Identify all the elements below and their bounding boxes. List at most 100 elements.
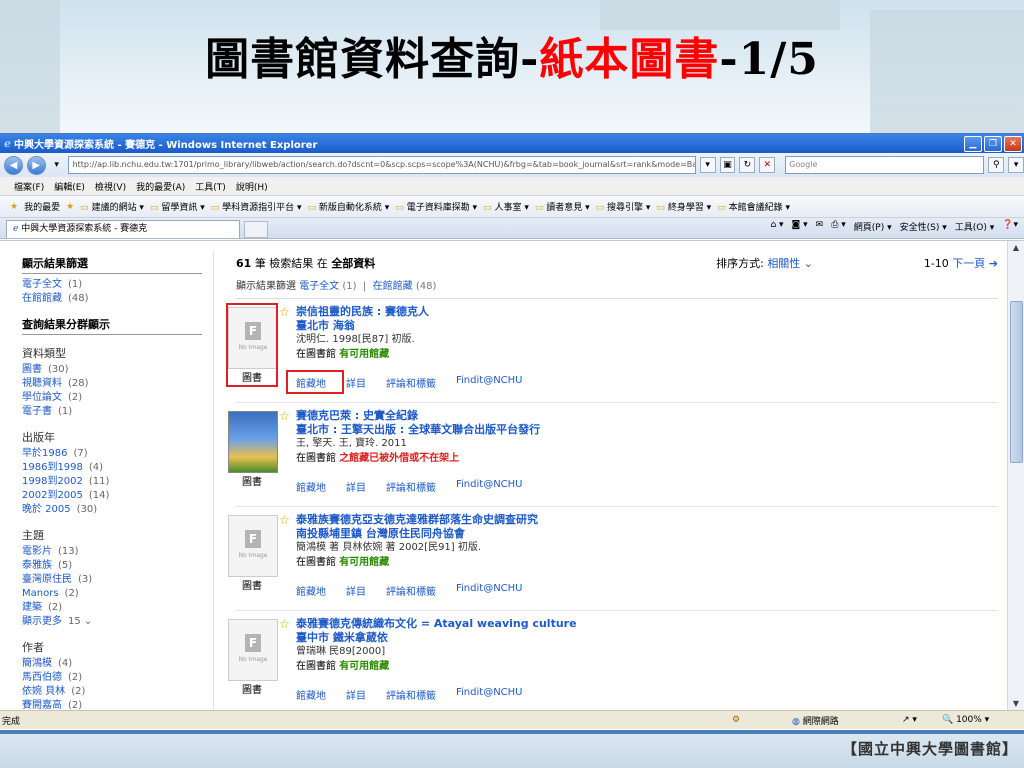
menu-edit[interactable]: 編輯(E) [54, 180, 85, 193]
tab-details[interactable]: 詳目 [346, 583, 366, 598]
facet-item[interactable]: 依婉 貝林 (2) [22, 685, 202, 699]
scroll-down-icon[interactable]: ▼ [1009, 697, 1023, 711]
record-title-link[interactable]: 崇信祖靈的民族 : 賽德克人 [296, 305, 996, 319]
tab-findit[interactable]: Findit@NCHU [456, 375, 523, 390]
forward-button[interactable]: ▶ [26, 155, 46, 175]
tab-location[interactable]: 館藏地 [296, 583, 326, 598]
menu-favorites[interactable]: 我的最愛(A) [136, 180, 185, 193]
star-icon[interactable]: ☆ [279, 305, 290, 319]
filter-fulltext-link[interactable]: 電子全文 [299, 281, 339, 292]
facet-item[interactable]: 學位論文 (2) [22, 391, 202, 405]
star-icon[interactable]: ☆ [279, 409, 290, 423]
tab-location[interactable]: 館藏地 [296, 687, 326, 702]
facet-fulltext[interactable]: 電子全文 (1) [22, 278, 202, 292]
fav-item-feedback[interactable]: ▭ 讀者意見 ▾ [535, 200, 590, 213]
tab-findit[interactable]: Findit@NCHU [456, 687, 523, 702]
fav-item-search-engines[interactable]: ▭ 搜尋引擎 ▾ [596, 200, 651, 213]
minimize-button[interactable]: ▁ [964, 136, 982, 152]
result-record: 圖書 ☆ 賽德克巴萊 : 史實全紀錄 臺北市 : 王擎天出版 : 全球華文聯合出… [228, 403, 998, 507]
facet-item[interactable]: 圖書 (30) [22, 363, 202, 377]
no-image-thumbnail[interactable]: F No Image [228, 619, 278, 681]
search-options-icon[interactable]: ▾ [1008, 157, 1024, 173]
add-favorite-icon[interactable]: ★ [66, 202, 74, 212]
home-icon[interactable]: ⌂ ▾ [770, 220, 783, 233]
facet-item[interactable]: 泰雅族 (5) [22, 559, 202, 573]
book-cover-image[interactable] [228, 411, 278, 473]
back-button[interactable]: ◀ [4, 155, 23, 175]
refresh-icon[interactable]: ↻ [739, 157, 756, 173]
facet-item[interactable]: 2002到2005 (14) [22, 489, 202, 503]
star-icon[interactable]: ☆ [279, 513, 290, 527]
menu-tools[interactable]: 工具(T) [195, 180, 226, 193]
facet-item[interactable]: 簡鴻模 (4) [22, 657, 202, 671]
facet-item[interactable]: 電影片 (13) [22, 545, 202, 559]
favorites-button[interactable]: 我的最愛 [24, 200, 60, 213]
stop-icon[interactable]: ✕ [759, 157, 776, 173]
url-dropdown-icon[interactable]: ▾ [699, 157, 716, 173]
url-input[interactable]: http://ap.lib.nchu.edu.tw:1701/primo_lib… [67, 156, 696, 174]
zone-indicator: ◍ 網際網路 [792, 716, 839, 727]
maximize-button[interactable]: ❐ [984, 136, 1002, 152]
record-title-link[interactable]: 泰雅賽德克傳統織布文化 = Atayal weaving culture [296, 617, 996, 631]
facet-item[interactable]: 顯示更多 15 ⌄ [22, 615, 202, 629]
fav-item-suggested[interactable]: ▭ 建議的網站 ▾ [80, 200, 144, 213]
facet-in-library[interactable]: 在館館藏 (48) [22, 292, 202, 306]
feeds-icon[interactable]: ◙ ▾ [792, 220, 808, 233]
print-icon[interactable]: ⎙ ▾ [831, 220, 846, 233]
facet-item[interactable]: 1986到1998 (4) [22, 461, 202, 475]
facet-item[interactable]: 視聽資料 (28) [22, 377, 202, 391]
no-image-thumbnail[interactable]: F No Image [228, 515, 278, 577]
tab-reviews-tags[interactable]: 評論和標籤 [386, 375, 436, 390]
tab-details[interactable]: 詳目 [346, 375, 366, 390]
search-input[interactable]: Google [785, 156, 985, 174]
scroll-up-icon[interactable]: ▲ [1009, 241, 1023, 255]
next-page-link[interactable]: 下一頁 ➔ [952, 257, 998, 270]
safety-menu[interactable]: 安全性(S) ▾ [900, 220, 947, 233]
mail-icon[interactable]: ✉ [816, 220, 824, 233]
fav-item-study-abroad[interactable]: ▭ 留學資訊 ▾ [150, 200, 205, 213]
facet-item[interactable]: 電子書 (1) [22, 405, 202, 419]
fav-item-personnel[interactable]: ▭ 人事室 ▾ [483, 200, 529, 213]
scroll-thumb[interactable] [1010, 301, 1023, 463]
record-title-link[interactable]: 泰雅族賽德克亞支德克達雅群部落生命史調查研究 [296, 513, 996, 527]
facet-item[interactable]: Manors (2) [22, 587, 202, 601]
tab-details[interactable]: 詳目 [346, 479, 366, 494]
fav-item-databases[interactable]: ▭ 電子資料庫探勘 ▾ [395, 200, 477, 213]
menu-view[interactable]: 檢視(V) [95, 180, 126, 193]
search-icon[interactable]: ⚲ [988, 157, 1005, 173]
tools-menu[interactable]: 工具(O) ▾ [955, 220, 995, 233]
protected-mode-icon[interactable]: ↗ ▾ [902, 715, 942, 725]
tab-findit[interactable]: Findit@NCHU [456, 479, 523, 494]
page-menu[interactable]: 網頁(P) ▾ [854, 220, 892, 233]
facet-item[interactable]: 晚於 2005 (30) [22, 503, 202, 517]
facet-item[interactable]: 早於1986 (7) [22, 447, 202, 461]
help-icon[interactable]: ❓▾ [1002, 220, 1018, 233]
vertical-scrollbar[interactable]: ▲ ▼ [1007, 241, 1024, 711]
history-dropdown-icon[interactable]: ▾ [50, 158, 64, 172]
facet-item[interactable]: 馬西伯德 (2) [22, 671, 202, 685]
zoom-control[interactable]: 🔍 100% ▾ [942, 715, 989, 725]
fav-item-minutes[interactable]: ▭ 本館會議紀錄 ▾ [717, 200, 790, 213]
fav-item-automation[interactable]: ▭ 新版自動化系統 ▾ [308, 200, 390, 213]
tab-findit[interactable]: Findit@NCHU [456, 583, 523, 598]
sort-select[interactable]: 相關性 ⌄ [767, 257, 813, 270]
tab-location[interactable]: 館藏地 [296, 479, 326, 494]
star-icon[interactable]: ☆ [279, 617, 290, 631]
filter-in-library-link[interactable]: 在館館藏 [373, 281, 413, 292]
facet-item[interactable]: 臺灣原住民 (3) [22, 573, 202, 587]
record-title-link[interactable]: 賽德克巴萊 : 史實全紀錄 [296, 409, 996, 423]
tab-reviews-tags[interactable]: 評論和標籤 [386, 583, 436, 598]
tab-reviews-tags[interactable]: 評論和標籤 [386, 479, 436, 494]
fav-item-subject-guide[interactable]: ▭ 學科資源指引平台 ▾ [211, 200, 302, 213]
tab-reviews-tags[interactable]: 評論和標籤 [386, 687, 436, 702]
tab-details[interactable]: 詳目 [346, 687, 366, 702]
facet-item[interactable]: 1998到2002 (11) [22, 475, 202, 489]
menu-help[interactable]: 說明(H) [236, 180, 268, 193]
tab-current[interactable]: ℯ 中興大學資源探索系統 - 賽德克 [6, 220, 240, 238]
compatibility-icon[interactable]: ▣ [719, 157, 736, 173]
fav-item-lifelong[interactable]: ▭ 終身學習 ▾ [656, 200, 711, 213]
facet-item[interactable]: 建築 (2) [22, 601, 202, 615]
close-button[interactable]: ✕ [1004, 136, 1022, 152]
new-tab-button[interactable] [244, 221, 268, 238]
menu-file[interactable]: 檔案(F) [14, 180, 44, 193]
